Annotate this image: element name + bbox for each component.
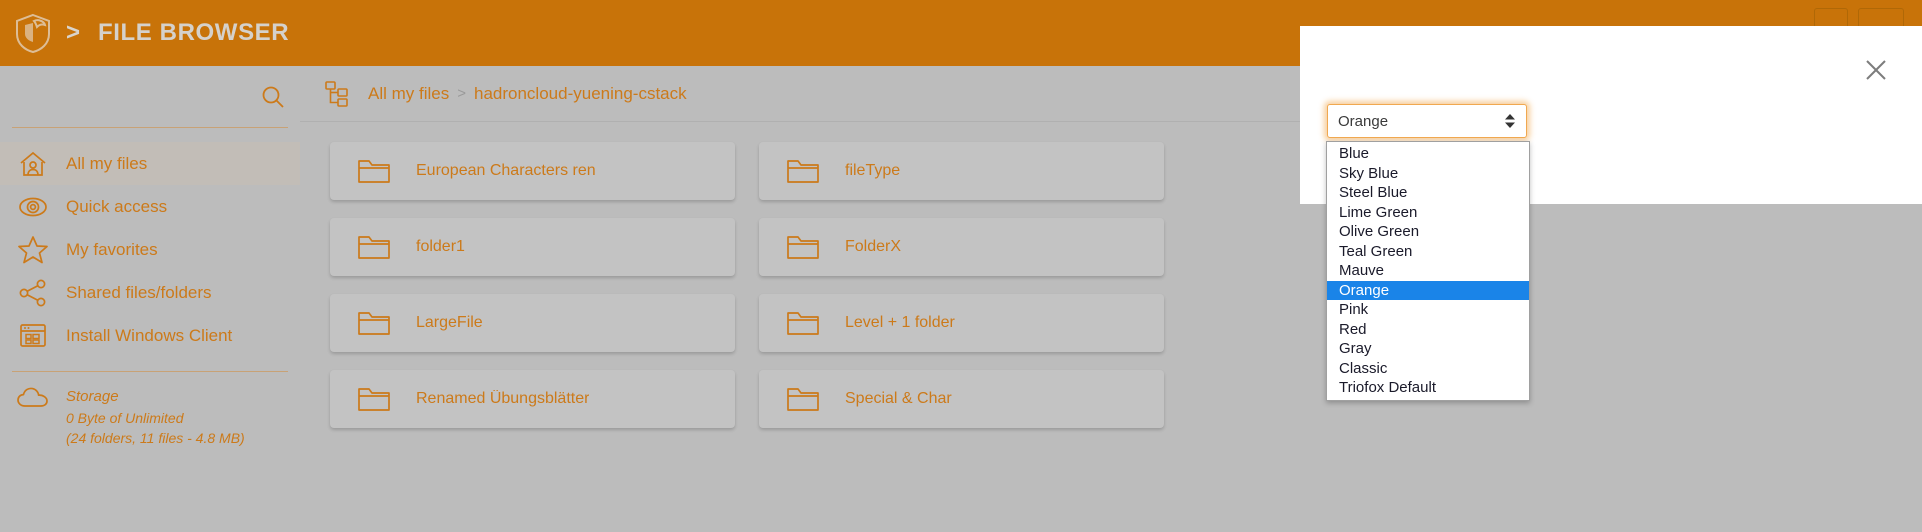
search-icon[interactable]	[258, 82, 288, 112]
theme-select-value: Orange	[1338, 112, 1389, 130]
storage-title: Storage	[66, 388, 119, 405]
folder-icon	[354, 154, 394, 188]
home-user-icon	[14, 148, 52, 180]
sidebar-item-install-windows-client[interactable]: Install Windows Client	[0, 314, 300, 357]
search-input[interactable]	[12, 88, 258, 105]
theme-option[interactable]: Gray	[1327, 339, 1529, 359]
folder-icon	[783, 230, 823, 264]
folder-name: European Characters ren	[416, 162, 596, 179]
theme-option[interactable]: Mauve	[1327, 261, 1529, 281]
file-browser-app: > FILE BROWSER All my files Quick access…	[0, 0, 1922, 532]
search-row	[12, 66, 288, 128]
folder-card[interactable]: European Characters ren	[330, 142, 735, 200]
folder-icon	[354, 306, 394, 340]
close-icon[interactable]	[1860, 54, 1892, 86]
sidebar-item-label: Quick access	[66, 196, 168, 216]
folder-card[interactable]: folder1	[330, 218, 735, 276]
breadcrumb-separator: >	[457, 85, 466, 102]
theme-dropdown-list[interactable]: Blue Sky Blue Steel Blue Lime Green Oliv…	[1326, 141, 1530, 401]
sidebar-item-label: All my files	[66, 153, 148, 173]
storage-text: Storage 0 Byte of Unlimited (24 folders,…	[66, 386, 245, 448]
storage-used: 0 Byte of Unlimited	[66, 409, 184, 426]
folder-card[interactable]: Level + 1 folder	[759, 294, 1164, 352]
theme-option[interactable]: Classic	[1327, 359, 1529, 379]
sidebar-item-quick-access[interactable]: Quick access	[0, 185, 300, 228]
file-grid: European Characters ren fileType folder1…	[300, 122, 1190, 428]
folder-icon	[783, 154, 823, 188]
folder-card[interactable]: FolderX	[759, 218, 1164, 276]
sidebar-item-label: My favorites	[66, 239, 158, 259]
theme-option[interactable]: Red	[1327, 320, 1529, 340]
share-nodes-icon	[14, 277, 52, 309]
breadcrumb-root[interactable]: All my files	[368, 84, 449, 104]
folder-tree-icon	[322, 78, 356, 110]
app-window-icon	[14, 320, 52, 352]
folder-name: fileType	[845, 162, 901, 179]
folder-name: Renamed Übungsblätter	[416, 390, 590, 407]
sidebar-item-label: Install Windows Client	[66, 325, 233, 345]
star-icon	[14, 234, 52, 266]
folder-name: FolderX	[845, 238, 902, 255]
folder-name: Level + 1 folder	[845, 314, 955, 331]
folder-icon	[783, 306, 823, 340]
theme-option[interactable]: Pink	[1327, 300, 1529, 320]
storage-summary: Storage 0 Byte of Unlimited (24 folders,…	[0, 372, 300, 448]
sidebar-item-my-favorites[interactable]: My favorites	[0, 228, 300, 271]
folder-icon	[783, 382, 823, 416]
theme-select[interactable]: Orange	[1327, 104, 1527, 138]
theme-select-wrap: Orange	[1327, 104, 1527, 138]
sidebar-nav: All my files Quick access My favorites S…	[0, 142, 300, 357]
topbar-separator: >	[66, 19, 81, 46]
theme-option[interactable]: Teal Green	[1327, 242, 1529, 262]
folder-name: Special & Char	[845, 390, 952, 407]
breadcrumb-current[interactable]: hadroncloud-yuening-cstack	[474, 84, 687, 104]
folder-card[interactable]: LargeFile	[330, 294, 735, 352]
folder-name: LargeFile	[416, 314, 483, 331]
folder-card[interactable]: Renamed Übungsblätter	[330, 370, 735, 428]
theme-option[interactable]: Lime Green	[1327, 203, 1529, 223]
folder-card[interactable]: Special & Char	[759, 370, 1164, 428]
storage-detail: (24 folders, 11 files - 4.8 MB)	[66, 430, 245, 447]
theme-option-selected[interactable]: Orange	[1327, 280, 1529, 300]
eye-target-icon	[14, 191, 52, 223]
sidebar-item-label: Shared files/folders	[66, 282, 212, 302]
folder-icon	[354, 382, 394, 416]
shield-logo-icon[interactable]	[10, 10, 56, 56]
updown-arrows-icon	[1504, 113, 1516, 129]
folder-icon	[354, 230, 394, 264]
folder-card[interactable]: fileType	[759, 142, 1164, 200]
sidebar-item-all-my-files[interactable]: All my files	[0, 142, 300, 185]
theme-option[interactable]: Triofox Default	[1327, 378, 1529, 398]
sidebar-item-shared-files-folders[interactable]: Shared files/folders	[0, 271, 300, 314]
folder-name: folder1	[416, 238, 465, 255]
page-title: FILE BROWSER	[98, 19, 290, 46]
theme-option[interactable]: Blue	[1327, 144, 1529, 164]
cloud-icon	[14, 386, 52, 416]
theme-option[interactable]: Sky Blue	[1327, 164, 1529, 184]
theme-option[interactable]: Olive Green	[1327, 222, 1529, 242]
theme-option[interactable]: Steel Blue	[1327, 183, 1529, 203]
sidebar: All my files Quick access My favorites S…	[0, 66, 300, 532]
